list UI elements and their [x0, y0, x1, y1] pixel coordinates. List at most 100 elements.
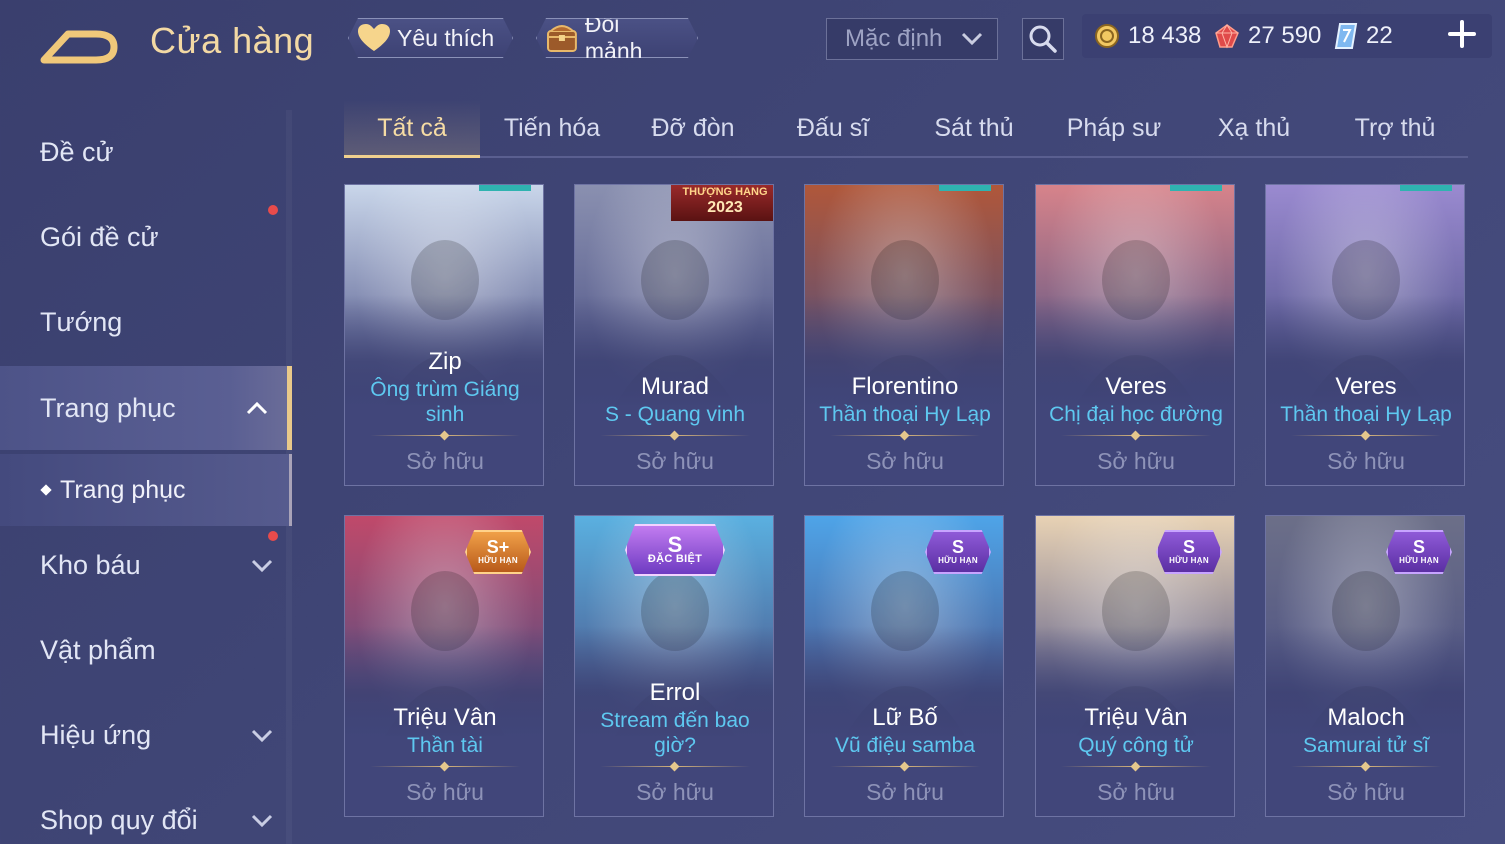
owned-status: Sở hữu	[1327, 448, 1405, 474]
sidebar-item-label: Tướng	[40, 306, 123, 337]
tab-label: Đấu sĩ	[796, 113, 870, 142]
tab-label: Đỡ đòn	[651, 113, 735, 142]
owned-status: Sở hữu	[1097, 779, 1175, 805]
notification-dot	[268, 205, 278, 215]
back-arrow-icon[interactable]	[40, 24, 118, 66]
card-divider	[600, 431, 750, 441]
ruby-value: 27 590	[1248, 22, 1322, 49]
card-info: Murad S - Quang vinh Sở hữu	[575, 372, 773, 485]
sidebar-item-label: Vật phẩm	[40, 634, 156, 665]
tab-evolution[interactable]: Tiến hóa	[484, 100, 620, 156]
chevron-down-icon	[251, 559, 273, 573]
tab-assassin[interactable]: Sát thủ	[906, 100, 1042, 156]
card-info: Errol Stream đến bao giờ? Sở hữu	[575, 678, 773, 816]
owned-status: Sở hữu	[866, 448, 944, 474]
skin-card[interactable]: Zip Ông trùm Giáng sinh Sở hữu	[344, 184, 544, 486]
category-tabs: Tất cả Tiến hóa Đỡ đòn Đấu sĩ Sát thủ Ph…	[344, 100, 1468, 158]
sidebar-item-label: Trang phục	[40, 392, 176, 423]
exchange-label: Đổi mảnh	[584, 11, 643, 64]
skin-card[interactable]: S ĐẶC BIỆT Errol Stream đến bao giờ? Sở hữu	[574, 515, 774, 817]
sidebar-item-treasure[interactable]: Kho báu	[0, 523, 292, 607]
hero-name: Veres	[1105, 373, 1167, 400]
skin-tier-badge: S+ HỮU HẠN	[465, 530, 531, 574]
owned-status: Sở hữu	[636, 448, 714, 474]
chevron-down-icon	[251, 814, 273, 828]
sidebar-subitem-label: Trang phục	[60, 475, 186, 504]
tab-mage[interactable]: Pháp sư	[1046, 100, 1182, 156]
tier-label: S	[1182, 537, 1195, 557]
hero-name: Errol	[649, 679, 701, 706]
card-info: Triệu Vân Quý công tử Sở hữu	[1036, 703, 1234, 816]
hero-name: Murad	[640, 373, 710, 400]
tab-support[interactable]: Trợ thủ	[1327, 100, 1463, 156]
card-divider	[830, 431, 980, 441]
gold-balance: 18 438	[1094, 14, 1201, 58]
sidebar-item-label: Gói đề cử	[40, 221, 159, 252]
search-icon	[1029, 25, 1057, 53]
gold-value: 18 438	[1128, 22, 1202, 49]
skin-name: Thần thoại Hy Lạp	[819, 403, 991, 426]
tab-marksman[interactable]: Xạ thủ	[1186, 100, 1322, 156]
skin-card[interactable]: S HỮU HẠN Maloch Samurai tử sĩ Sở hữu	[1265, 515, 1465, 817]
skin-name: Vũ điệu samba	[834, 734, 976, 757]
gold-coin-icon	[1095, 24, 1119, 48]
skin-card[interactable]: THƯỢNG HẠNG 2023 Murad S - Quang vinh Sở hữu	[574, 184, 774, 486]
tab-label: Trợ thủ	[1354, 113, 1436, 142]
skin-name: Chị đại học đường	[1049, 403, 1223, 426]
bullet-diamond-icon	[40, 484, 52, 496]
top-bar: Cửa hàng Yêu thích Đổi mảnh Mặc định 18 …	[0, 0, 1505, 80]
voucher-value: 22	[1366, 22, 1393, 49]
tab-label: Sát thủ	[934, 113, 1014, 142]
skin-card[interactable]: S HỮU HẠN Lữ Bố Vũ điệu samba Sở hữu	[804, 515, 1004, 817]
skin-card[interactable]: Florentino Thần thoại Hy Lạp Sở hữu	[804, 184, 1004, 486]
tier-tab-marker	[939, 185, 991, 191]
tier-label: S	[667, 532, 683, 557]
skin-card[interactable]: S HỮU HẠN Triệu Vân Quý công tử Sở hữu	[1035, 515, 1235, 817]
tab-tank[interactable]: Đỡ đòn	[625, 100, 761, 156]
exchange-shard-button[interactable]: Đổi mảnh	[536, 18, 698, 58]
sort-selected-value: Mặc định	[845, 25, 943, 52]
skin-card[interactable]: Veres Thần thoại Hy Lạp Sở hữu	[1265, 184, 1465, 486]
sidebar-subitem-skins[interactable]: Trang phục	[0, 454, 292, 526]
sidebar-item-recommended-bundles[interactable]: Gói đề cử	[0, 195, 292, 279]
owned-status: Sở hữu	[1327, 779, 1405, 805]
tier-label: S+	[486, 537, 510, 557]
ribbon-year: 2023	[707, 199, 743, 216]
skin-name: Stream đến bao giờ?	[600, 709, 750, 757]
sidebar-item-heroes[interactable]: Tướng	[0, 280, 292, 364]
tier-sublabel: ĐẶC BIỆT	[647, 553, 703, 565]
tier-tab-marker	[1170, 185, 1222, 191]
sidebar-item-label: Đề cử	[40, 136, 114, 167]
chevron-up-icon	[246, 401, 268, 415]
hero-name: Maloch	[1327, 704, 1405, 731]
skin-card[interactable]: S+ HỮU HẠN Triệu Vân Thần tài Sở hữu	[344, 515, 544, 817]
card-info: Triệu Vân Thần tài Sở hữu	[345, 703, 543, 816]
search-button[interactable]	[1022, 18, 1064, 60]
sidebar-item-exchange-shop[interactable]: Shop quy đổi	[0, 778, 292, 844]
add-currency-icon[interactable]	[1446, 18, 1478, 50]
tier-sublabel: HỮU HẠN	[1169, 556, 1209, 565]
favorite-button[interactable]: Yêu thích	[348, 18, 513, 58]
treasure-chest-icon	[545, 21, 579, 55]
tab-fighter[interactable]: Đấu sĩ	[765, 100, 901, 156]
rank-ribbon: THƯỢNG HẠNG 2023	[671, 185, 773, 221]
voucher-icon	[1334, 23, 1358, 49]
tier-tab-marker	[479, 185, 531, 191]
sort-dropdown[interactable]: Mặc định	[826, 18, 998, 60]
skin-name: Samurai tử sĩ	[1302, 734, 1430, 757]
skin-name: Ông trùm Giáng sinh	[370, 378, 520, 426]
voucher-balance: 22	[1334, 14, 1393, 58]
card-info: Zip Ông trùm Giáng sinh Sở hữu	[345, 347, 543, 485]
hero-name: Florentino	[851, 373, 959, 400]
sidebar-item-items[interactable]: Vật phẩm	[0, 608, 292, 692]
sidebar-item-skins[interactable]: Trang phục	[0, 366, 292, 450]
skin-card[interactable]: Veres Chị đại học đường Sở hữu	[1035, 184, 1235, 486]
ribbon-title: THƯỢNG HẠNG	[682, 186, 768, 198]
sidebar-item-recommended[interactable]: Đề cử	[0, 110, 292, 194]
skin-name: Quý công tử	[1078, 734, 1194, 757]
tab-all[interactable]: Tất cả	[344, 100, 480, 158]
sidebar-item-effects[interactable]: Hiệu ứng	[0, 693, 292, 777]
skin-tier-badge: S HỮU HẠN	[1386, 530, 1452, 574]
skin-name: Thần thoại Hy Lạp	[1280, 403, 1452, 426]
hero-name: Triệu Vân	[1084, 704, 1188, 731]
